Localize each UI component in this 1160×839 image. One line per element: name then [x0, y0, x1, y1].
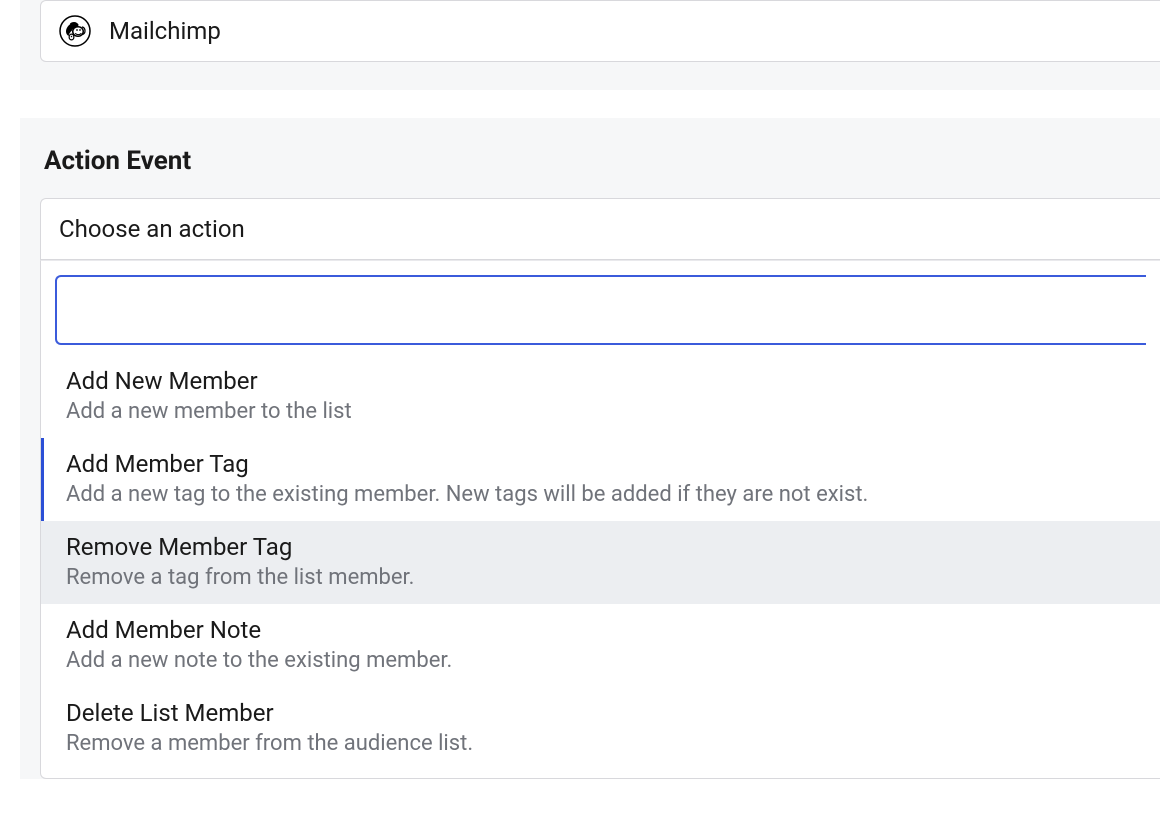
dropdown-option-desc: Remove a member from the audience list. [66, 731, 1138, 756]
dropdown-option-desc: Remove a tag from the list member. [66, 565, 1138, 590]
section-divider [0, 90, 1160, 118]
dropdown-option-desc: Add a new note to the existing member. [66, 648, 1138, 673]
action-event-dropdown-trigger[interactable]: Choose an action [40, 198, 1160, 260]
dropdown-option[interactable]: Delete List Member Remove a member from t… [41, 687, 1160, 770]
dropdown-option[interactable]: Remove Member Tag Remove a tag from the l… [41, 521, 1160, 604]
dropdown-search-wrap [41, 275, 1160, 355]
dropdown-option[interactable]: Add New Member Add a new member to the li… [41, 355, 1160, 438]
dropdown-option[interactable]: Add Member Note Add a new note to the exi… [41, 604, 1160, 687]
dropdown-search-input[interactable] [55, 275, 1146, 345]
action-event-section: Action Event Choose an action Add New Me… [20, 118, 1160, 779]
dropdown-option-title: Delete List Member [66, 699, 1138, 727]
dropdown-option-title: Add New Member [66, 367, 1138, 395]
dropdown-option-desc: Add a new tag to the existing member. Ne… [66, 482, 1138, 507]
action-event-dropdown-panel: Add New Member Add a new member to the li… [40, 260, 1160, 779]
dropdown-option-title: Remove Member Tag [66, 533, 1138, 561]
dropdown-options-list: Add New Member Add a new member to the li… [41, 355, 1160, 770]
mailchimp-icon [59, 15, 91, 47]
app-selector-section: Mailchimp [20, 0, 1160, 90]
dropdown-option-title: Add Member Note [66, 616, 1138, 644]
app-selector[interactable]: Mailchimp [40, 0, 1160, 62]
action-event-title: Action Event [40, 146, 1160, 176]
app-selector-value: Mailchimp [109, 19, 221, 43]
dropdown-option-title: Add Member Tag [66, 450, 1138, 478]
action-event-placeholder: Choose an action [59, 215, 245, 243]
dropdown-option[interactable]: Add Member Tag Add a new tag to the exist… [41, 438, 1160, 521]
dropdown-option-desc: Add a new member to the list [66, 399, 1138, 424]
